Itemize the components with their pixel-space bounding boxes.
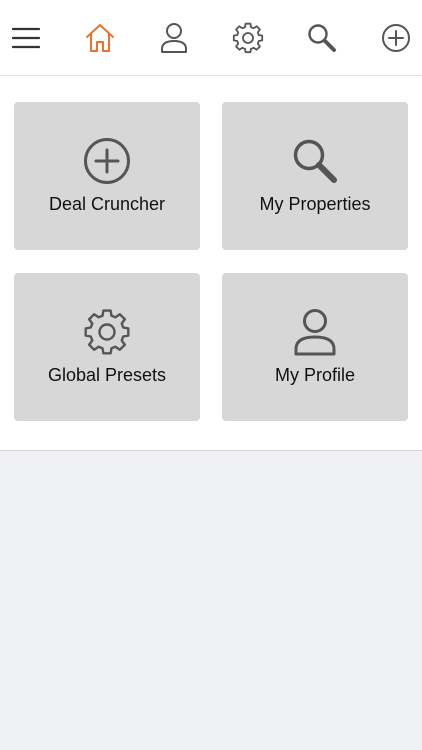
settings-button[interactable] — [228, 18, 268, 58]
profile-button[interactable] — [154, 18, 194, 58]
user-icon — [294, 309, 336, 356]
add-button[interactable] — [376, 18, 416, 58]
tile-label: My Properties — [259, 194, 371, 214]
tile-label: Global Presets — [47, 365, 167, 385]
tile-label: My Profile — [274, 365, 355, 385]
add-circle-icon — [382, 24, 410, 52]
user-icon — [161, 23, 187, 53]
deal-cruncher-tile[interactable]: Deal Cruncher — [14, 102, 200, 250]
search-button[interactable] — [302, 18, 342, 58]
home-button[interactable] — [80, 18, 120, 58]
empty-area — [0, 451, 422, 750]
gear-icon — [84, 309, 130, 355]
add-circle-icon — [84, 138, 130, 184]
home-icon — [86, 24, 114, 52]
search-icon — [308, 24, 336, 52]
menu-button[interactable] — [6, 18, 46, 58]
top-navigation-bar — [0, 0, 422, 76]
tile-label: Deal Cruncher — [48, 194, 166, 214]
my-properties-tile[interactable]: My Properties — [222, 102, 408, 250]
global-presets-tile[interactable]: Global Presets — [14, 273, 200, 421]
gear-icon — [232, 22, 264, 54]
dashboard-panel: Deal Cruncher My Properties Global Prese… — [0, 76, 422, 451]
menu-icon — [12, 27, 40, 49]
my-profile-tile[interactable]: My Profile — [222, 273, 408, 421]
search-icon — [293, 139, 337, 183]
